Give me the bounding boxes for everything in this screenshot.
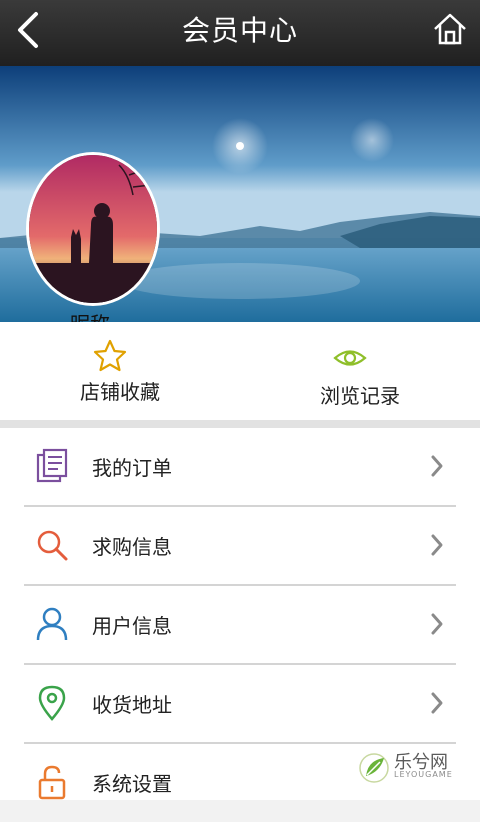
eye-icon <box>332 340 368 376</box>
menu-item-label: 系统设置 <box>92 772 172 796</box>
home-button[interactable] <box>432 12 468 46</box>
menu-item-user-info[interactable]: 用户信息 <box>0 586 480 664</box>
shop-favorites-button[interactable]: 店铺收藏 <box>0 322 240 420</box>
watermark-logo-icon <box>359 753 389 783</box>
chevron-right-icon <box>430 612 444 636</box>
avatar[interactable] <box>26 152 160 306</box>
chevron-right-icon <box>430 533 444 557</box>
user-icon <box>34 606 70 642</box>
location-pin-icon <box>34 685 70 721</box>
browse-history-button[interactable]: 浏览记录 <box>240 322 480 420</box>
search-icon <box>34 527 70 563</box>
menu-item-shipping-address[interactable]: 收货地址 <box>0 665 480 743</box>
menu-item-label: 收货地址 <box>92 693 172 717</box>
menu-item-label: 用户信息 <box>92 614 172 638</box>
menu-item-label: 我的订单 <box>92 456 172 480</box>
page-title: 会员中心 <box>181 14 298 47</box>
order-document-icon <box>34 448 70 484</box>
lock-icon <box>34 764 70 800</box>
browse-history-label: 浏览记录 <box>320 384 400 408</box>
home-icon <box>434 13 466 45</box>
quick-actions: 店铺收藏 浏览记录 <box>0 322 480 420</box>
shop-favorites-label: 店铺收藏 <box>80 380 160 404</box>
avatar-image <box>29 155 157 303</box>
chevron-right-icon <box>430 454 444 478</box>
watermark-subtext: LEYOUGAME <box>394 770 453 779</box>
section-divider <box>0 420 480 428</box>
top-bar: 会员中心 <box>0 0 480 66</box>
menu-item-purchase-requests[interactable]: 求购信息 <box>0 507 480 585</box>
profile-banner: 昵称 <box>0 66 480 322</box>
menu-item-label: 求购信息 <box>92 535 172 559</box>
watermark: 乐兮网 LEYOUGAME <box>358 748 468 788</box>
nickname[interactable]: 昵称 <box>60 308 120 322</box>
chevron-right-icon <box>430 691 444 715</box>
menu-list: 我的订单 求购信息 用户信息 收货地址 系统设置 <box>0 428 480 800</box>
menu-item-my-orders[interactable]: 我的订单 <box>0 428 480 506</box>
star-icon <box>92 338 128 374</box>
